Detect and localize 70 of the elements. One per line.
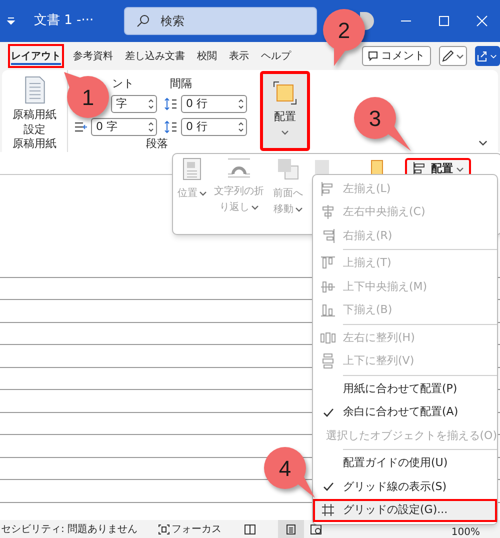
send-backward-icon bbox=[315, 160, 329, 174]
ribbon-tab[interactable]: 校閲 bbox=[194, 44, 220, 68]
comment-button[interactable]: コメント bbox=[362, 46, 431, 66]
checkmark-icon bbox=[322, 482, 334, 492]
comment-icon bbox=[368, 51, 378, 61]
manuscript-settings-button[interactable]: 原稿用紙設定 bbox=[10, 107, 60, 137]
align-center-icon bbox=[320, 204, 336, 220]
group-label: 段落 bbox=[146, 137, 169, 150]
window-title: 文書 1 -··· bbox=[34, 12, 94, 30]
text-wrap-icon bbox=[228, 158, 250, 178]
collapse-ribbon-icon[interactable] bbox=[478, 140, 488, 146]
web-layout-icon[interactable] bbox=[310, 524, 322, 534]
spin-arrows-icon bbox=[148, 98, 154, 110]
indent-icon bbox=[74, 121, 88, 133]
align-middle-icon bbox=[320, 278, 336, 295]
chevron-down-icon bbox=[250, 204, 258, 210]
spacing-icon bbox=[164, 120, 177, 134]
spacing-label: 間隔 bbox=[170, 76, 192, 90]
chevron-down-icon bbox=[198, 190, 206, 196]
menu-item[interactable]: 用紙に合わせて配置(P) bbox=[313, 377, 497, 400]
focus-icon bbox=[158, 524, 170, 534]
read-mode-icon[interactable] bbox=[244, 524, 256, 534]
ribbon-tab[interactable]: ヘルプ bbox=[258, 44, 294, 68]
arrange-icon bbox=[273, 81, 297, 105]
zoom-level[interactable]: 100% bbox=[451, 527, 480, 538]
group-label: 原稿用紙 bbox=[12, 137, 56, 150]
print-layout-icon[interactable] bbox=[286, 524, 296, 534]
focus-button[interactable]: フォーカス bbox=[158, 522, 222, 536]
share-button[interactable] bbox=[474, 46, 500, 66]
align-bottom-icon bbox=[320, 302, 336, 318]
dropdown-icon[interactable] bbox=[6, 17, 16, 25]
menu-item[interactable]: グリッド線の表示(S) bbox=[313, 475, 497, 498]
distribute-v-icon bbox=[320, 353, 336, 370]
align-top-icon bbox=[320, 255, 336, 272]
spin-arrows-icon bbox=[238, 98, 244, 110]
accessibility-status[interactable]: セシビリティ: 問題ありません bbox=[1, 522, 138, 536]
indent-label: ント bbox=[112, 76, 135, 90]
spacing-icon bbox=[164, 97, 177, 111]
checkmark-icon bbox=[322, 408, 334, 417]
spin-field[interactable]: 0 行 bbox=[181, 118, 247, 136]
search-field[interactable]: 検索 bbox=[124, 7, 317, 35]
chevron-down-icon bbox=[294, 206, 302, 212]
grid-icon bbox=[320, 502, 336, 518]
ribbon-tab[interactable]: 表示 bbox=[226, 44, 252, 68]
share-icon bbox=[477, 50, 488, 62]
chevron-down-icon bbox=[490, 54, 498, 58]
chevron-down-icon bbox=[456, 54, 464, 58]
chevron-down-icon bbox=[281, 130, 289, 134]
ribbon-tab[interactable]: レイアウト bbox=[8, 44, 64, 68]
menu-item[interactable]: 配置ガイドの使用(U) bbox=[313, 452, 497, 475]
spin-arrows-icon bbox=[148, 121, 154, 133]
search-icon bbox=[136, 14, 150, 28]
close-icon[interactable] bbox=[476, 15, 488, 27]
spin-field[interactable]: 0 字 bbox=[91, 118, 157, 136]
distribute-h-icon bbox=[320, 330, 336, 346]
spin-arrows-icon bbox=[238, 121, 244, 133]
manuscript-paper-icon bbox=[22, 76, 46, 104]
menu-item[interactable]: 余白に合わせて配置(A) bbox=[313, 400, 497, 424]
editing-button[interactable] bbox=[439, 46, 466, 66]
chevron-down-icon bbox=[456, 166, 464, 172]
maximize-icon[interactable] bbox=[438, 15, 450, 27]
ribbon-tab[interactable]: 差し込み文書 bbox=[122, 44, 188, 68]
spin-field[interactable]: 0 行 bbox=[181, 95, 247, 113]
pen-icon bbox=[442, 50, 454, 62]
document-icon bbox=[183, 158, 201, 180]
menu-item[interactable]: グリッドの設定(G)... bbox=[313, 498, 497, 522]
ribbon-tab[interactable]: 参考資料 bbox=[70, 44, 116, 68]
spin-field[interactable]: 字 bbox=[111, 95, 157, 113]
arrange-button[interactable]: 配置 bbox=[260, 71, 310, 151]
bring-forward-icon bbox=[277, 158, 299, 180]
